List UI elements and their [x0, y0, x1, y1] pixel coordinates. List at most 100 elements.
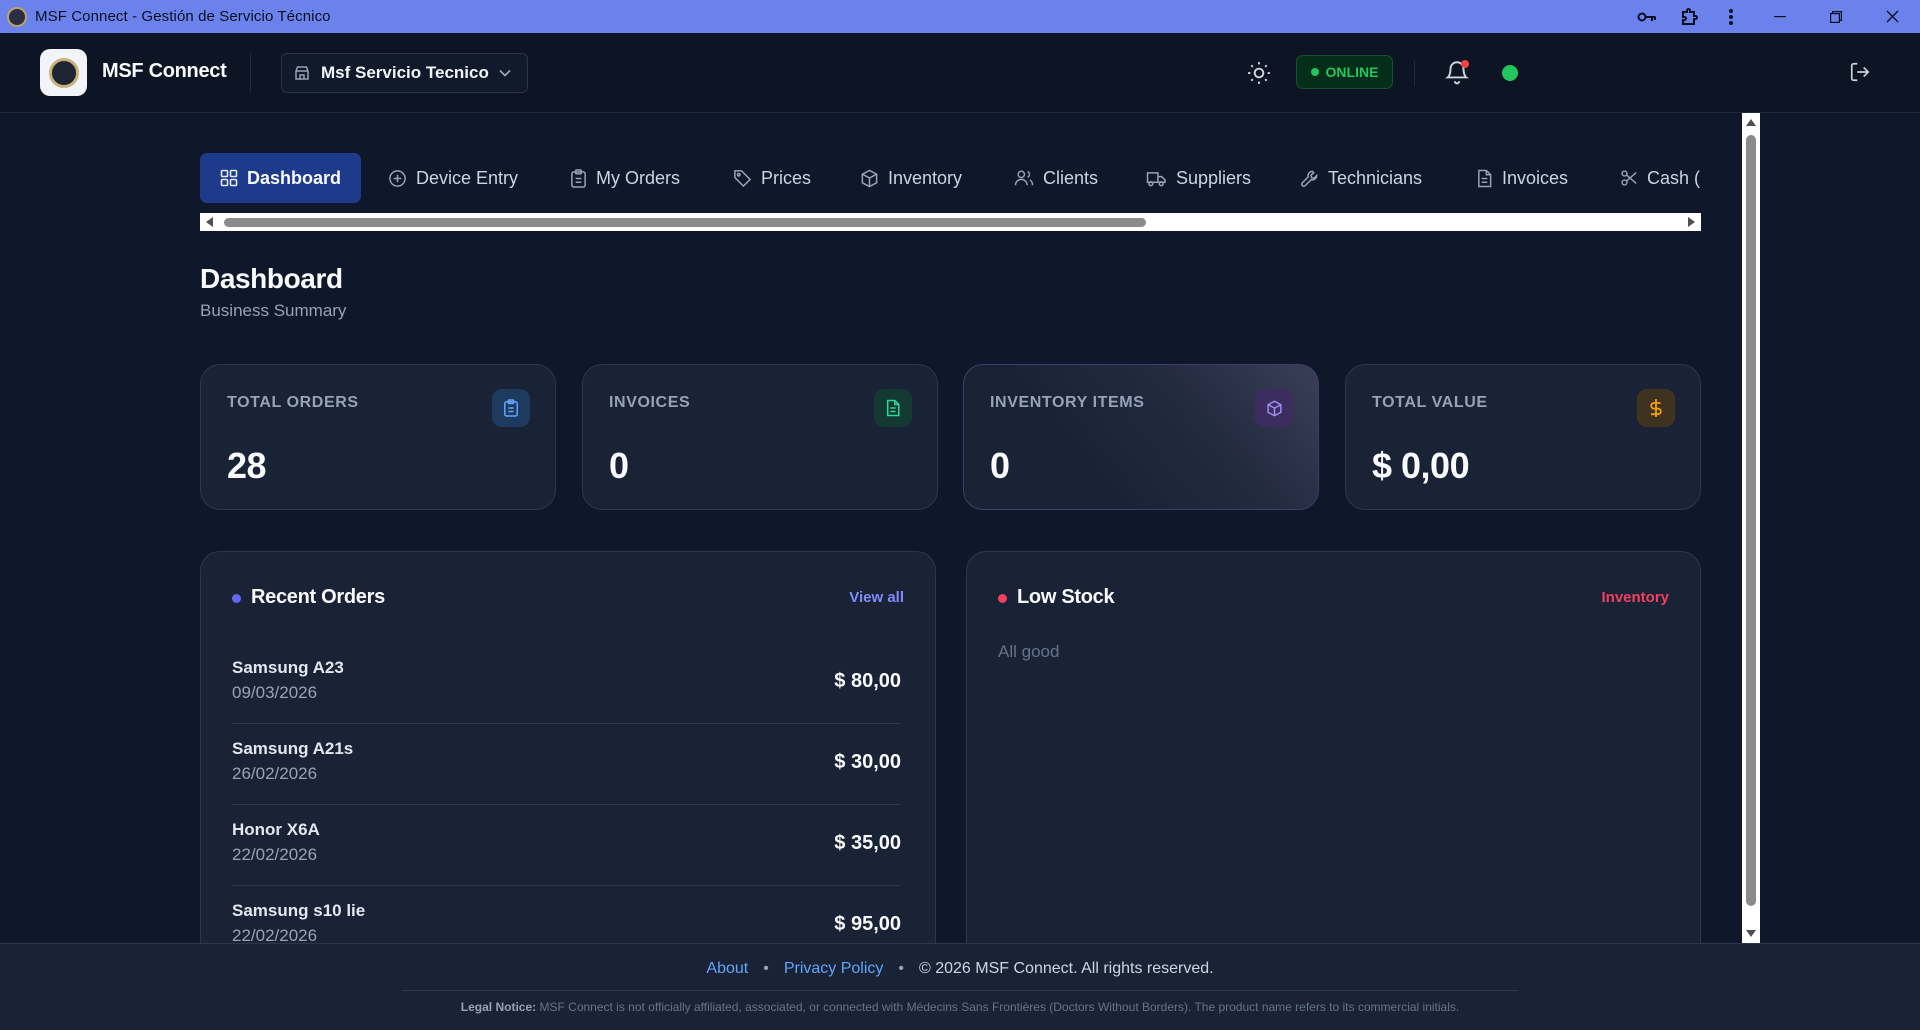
- plus-circle-icon: [389, 169, 406, 187]
- footer-divider: [402, 990, 1518, 991]
- stat-value: 28: [227, 445, 267, 486]
- online-dot-icon: [1310, 68, 1319, 76]
- nav-tab-label: Inventory: [888, 167, 963, 188]
- app-icon: [7, 6, 27, 27]
- window-titlebar: MSF Connect - Gestión de Servicio Técnic…: [0, 0, 1920, 33]
- nav-tab-inventory[interactable]: Inventory: [860, 153, 962, 203]
- inventory-link[interactable]: Inventory: [1601, 589, 1669, 606]
- nav-horizontal-scrollbar[interactable]: [200, 213, 1701, 231]
- users-icon: [1014, 170, 1034, 186]
- theme-toggle-sun-icon[interactable]: [1246, 60, 1272, 86]
- nav-tab-clients[interactable]: Clients: [1014, 153, 1098, 203]
- minimize-icon[interactable]: [1752, 0, 1808, 33]
- footer-links: About • Privacy Policy • © 2026 MSF Connect.…: [0, 960, 1920, 978]
- privacy-policy-link[interactable]: Privacy Policy: [784, 960, 884, 977]
- document-icon: [1478, 169, 1492, 187]
- panel-title: Recent Orders: [251, 586, 385, 608]
- store-icon: [295, 66, 309, 80]
- online-status-badge: ONLINE: [1296, 55, 1393, 89]
- nav-tab-cash[interactable]: Cash (: [1620, 153, 1700, 203]
- panel-dot-icon: [998, 594, 1007, 603]
- main-nav: Dashboard Device Entry My Orders Prices …: [200, 153, 1701, 203]
- scissors-icon: [1621, 170, 1637, 186]
- nav-tab-invoices[interactable]: Invoices: [1476, 153, 1568, 203]
- scrollbar-thumb[interactable]: [1746, 135, 1756, 906]
- page-title: Dashboard: [200, 263, 343, 294]
- recent-orders-panel: Recent Orders View all Samsung A23 09/03…: [200, 551, 936, 951]
- connection-status-dot: [1502, 65, 1518, 81]
- order-amount: $ 35,00: [834, 832, 901, 854]
- clipboard-icon: [492, 389, 530, 427]
- order-device-name: Samsung A23: [232, 658, 344, 677]
- notification-badge: [1461, 60, 1469, 68]
- nav-tab-label: Technicians: [1328, 167, 1423, 188]
- list-item[interactable]: Samsung s10 lie 22/02/2026 $ 95,00: [232, 886, 901, 950]
- nav-tab-label: Device Entry: [416, 167, 519, 188]
- restore-icon[interactable]: [1808, 0, 1864, 33]
- window-title: MSF Connect - Gestión de Servicio Técnic…: [35, 8, 331, 25]
- view-all-link[interactable]: View all: [849, 589, 904, 606]
- brand-name: MSF Connect: [102, 60, 227, 82]
- order-amount: $ 80,00: [834, 670, 901, 692]
- stat-card-invoices: INVOICES 0: [582, 364, 938, 510]
- more-menu-icon[interactable]: [1710, 0, 1752, 33]
- nav-tab-dashboard[interactable]: Dashboard: [200, 153, 362, 203]
- app-header: MSF Connect Msf Servicio Tecnico ONLINE: [0, 33, 1920, 113]
- page-subtitle: Business Summary: [200, 301, 347, 320]
- key-icon[interactable]: [1626, 0, 1668, 33]
- close-icon[interactable]: [1864, 0, 1920, 33]
- scroll-right-arrow-icon[interactable]: [1688, 217, 1695, 227]
- order-date: 26/02/2026: [232, 764, 318, 783]
- grid-icon: [220, 169, 238, 187]
- separator: •: [898, 960, 904, 977]
- stat-card-total-orders: TOTAL ORDERS 28: [200, 364, 556, 510]
- page-vertical-scrollbar[interactable]: [1742, 113, 1760, 943]
- chevron-down-icon: [499, 69, 511, 77]
- nav-tab-label: Dashboard: [247, 167, 342, 188]
- order-date: 22/02/2026: [232, 845, 318, 864]
- empty-state-text: All good: [998, 642, 1060, 661]
- legal-notice: Legal Notice: MSF Connect is not officia…: [0, 1000, 1920, 1014]
- stat-label: INVENTORY ITEMS: [990, 394, 1145, 411]
- stat-value: 0: [609, 445, 629, 486]
- list-item[interactable]: Samsung A23 09/03/2026 $ 80,00: [232, 643, 901, 724]
- stat-value: 0: [990, 445, 1010, 486]
- wrench-icon: [1301, 170, 1318, 187]
- stat-label: TOTAL ORDERS: [227, 394, 359, 411]
- document-icon: [874, 389, 912, 427]
- nav-tab-label: Clients: [1043, 167, 1099, 188]
- order-date: 09/03/2026: [232, 683, 318, 702]
- extensions-icon[interactable]: [1668, 0, 1710, 33]
- nav-tab-device-entry[interactable]: Device Entry: [388, 153, 518, 203]
- clipboard-icon: [571, 168, 586, 188]
- legal-notice-label: Legal Notice:: [460, 1000, 537, 1014]
- nav-tab-suppliers[interactable]: Suppliers: [1146, 153, 1251, 203]
- scroll-down-arrow-icon[interactable]: [1746, 930, 1756, 937]
- logout-icon[interactable]: [1849, 61, 1871, 83]
- stat-label: INVOICES: [609, 394, 691, 411]
- nav-tab-prices[interactable]: Prices: [733, 153, 811, 203]
- order-amount: $ 30,00: [834, 751, 901, 773]
- stat-value: $ 0,00: [1372, 445, 1470, 486]
- tag-icon: [734, 169, 752, 187]
- brand-logo[interactable]: [40, 49, 87, 96]
- about-link[interactable]: About: [706, 960, 748, 977]
- order-device-name: Samsung s10 lie: [232, 901, 366, 920]
- low-stock-panel: Low Stock Inventory All good: [966, 551, 1701, 951]
- list-item[interactable]: Samsung A21s 26/02/2026 $ 30,00: [232, 724, 901, 805]
- header-divider-2: [1414, 60, 1415, 86]
- nav-tab-my-orders[interactable]: My Orders: [570, 153, 680, 203]
- footer: About • Privacy Policy • © 2026 MSF Connect.…: [0, 943, 1920, 1030]
- scrollbar-thumb[interactable]: [224, 218, 1146, 227]
- copyright-text: © 2026 MSF Connect. All rights reserved.: [919, 960, 1214, 977]
- separator: •: [763, 960, 769, 977]
- online-status-label: ONLINE: [1325, 64, 1379, 80]
- nav-tab-label: Suppliers: [1176, 167, 1252, 188]
- branch-selector[interactable]: Msf Servicio Tecnico: [281, 53, 528, 93]
- nav-tab-technicians[interactable]: Technicians: [1300, 153, 1422, 203]
- order-amount: $ 95,00: [834, 913, 901, 935]
- list-item[interactable]: Honor X6A 22/02/2026 $ 35,00: [232, 805, 901, 886]
- scroll-up-arrow-icon[interactable]: [1746, 119, 1756, 126]
- box-icon: [861, 169, 878, 187]
- scroll-left-arrow-icon[interactable]: [206, 217, 213, 227]
